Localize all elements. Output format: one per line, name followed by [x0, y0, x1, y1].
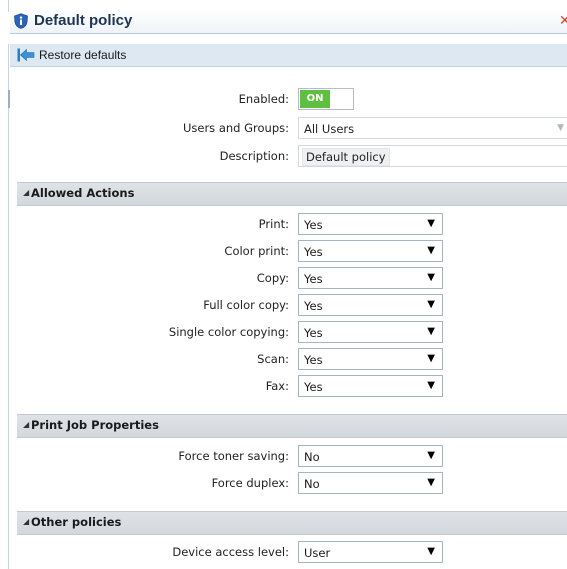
- enabled-toggle-on: ON: [300, 90, 330, 108]
- device-access-level-select[interactable]: User ▼: [298, 541, 443, 563]
- scan-row: Scan: Yes ▼: [10, 348, 567, 370]
- caret-down-icon: ▼: [427, 218, 435, 229]
- shield-info-icon: [14, 13, 28, 29]
- caret-down-icon: ▼: [427, 326, 435, 337]
- users-groups-label: Users and Groups:: [182, 121, 289, 135]
- scan-select[interactable]: Yes ▼: [298, 348, 443, 370]
- color-print-select[interactable]: Yes ▼: [298, 240, 443, 262]
- copy-select[interactable]: Yes ▼: [298, 267, 443, 289]
- caret-down-icon: ▼: [427, 450, 435, 461]
- left-edge-rule-top: [8, 0, 9, 12]
- caret-down-icon: ▼: [427, 477, 435, 488]
- color-print-row: Color print: Yes ▼: [10, 240, 567, 262]
- device-access-level-row: Device access level: User ▼: [10, 541, 567, 563]
- users-groups-value: All Users: [304, 122, 355, 136]
- print-label: Print:: [258, 217, 289, 231]
- collapse-triangle-icon: ◢: [23, 188, 30, 197]
- single-color-copying-value: Yes: [304, 326, 323, 340]
- caret-down-icon: ▼: [427, 272, 435, 283]
- scan-label: Scan:: [257, 352, 289, 366]
- enabled-toggle[interactable]: ON: [298, 88, 354, 110]
- force-duplex-select[interactable]: No ▼: [298, 472, 443, 494]
- device-access-level-label: Device access level:: [172, 545, 289, 559]
- force-toner-saving-label: Force toner saving:: [178, 449, 289, 463]
- single-color-copying-row: Single color copying: Yes ▼: [10, 321, 567, 343]
- force-toner-saving-value: No: [304, 450, 320, 464]
- print-select[interactable]: Yes ▼: [298, 213, 443, 235]
- section-title: Print Job Properties: [31, 418, 159, 432]
- close-icon[interactable]: ✕: [559, 13, 567, 29]
- caret-down-icon: ▼: [427, 380, 435, 391]
- description-label: Description:: [219, 149, 289, 163]
- enabled-toggle-state: ON: [306, 93, 324, 104]
- collapse-triangle-icon: ◢: [23, 517, 30, 526]
- print-value: Yes: [304, 218, 323, 232]
- section-print-job-properties[interactable]: ◢ Print Job Properties: [17, 414, 567, 438]
- force-duplex-value: No: [304, 477, 320, 491]
- single-color-copying-select[interactable]: Yes ▼: [298, 321, 443, 343]
- fax-select[interactable]: Yes ▼: [298, 375, 443, 397]
- caret-down-icon: ▼: [427, 546, 435, 557]
- restore-defaults-label: Restore defaults: [39, 48, 127, 62]
- full-color-copy-row: Full color copy: Yes ▼: [10, 294, 567, 316]
- caret-down-icon: ▼: [427, 299, 435, 310]
- enabled-label: Enabled:: [238, 92, 289, 106]
- full-color-copy-label: Full color copy:: [203, 298, 289, 312]
- left-edge-rule: [8, 44, 9, 569]
- full-color-copy-select[interactable]: Yes ▼: [298, 294, 443, 316]
- copy-value: Yes: [304, 272, 323, 286]
- users-groups-select[interactable]: All Users ▼: [298, 117, 567, 139]
- section-other-policies[interactable]: ◢ Other policies: [17, 511, 567, 535]
- fax-label: Fax:: [265, 379, 289, 393]
- force-duplex-row: Force duplex: No ▼: [10, 472, 567, 494]
- restore-arrow-icon: [17, 48, 35, 62]
- copy-label: Copy:: [256, 271, 289, 285]
- fax-value: Yes: [304, 380, 323, 394]
- device-access-level-value: User: [304, 546, 331, 560]
- section-title: Allowed Actions: [31, 186, 135, 200]
- color-print-label: Color print:: [224, 244, 289, 258]
- caret-down-icon: ▼: [557, 123, 564, 133]
- fax-row: Fax: Yes ▼: [10, 375, 567, 397]
- full-color-copy-value: Yes: [304, 299, 323, 313]
- caret-down-icon: ▼: [427, 245, 435, 256]
- description-field[interactable]: Default policy: [298, 145, 567, 167]
- collapse-triangle-icon: ◢: [23, 420, 30, 429]
- title-bar: Default policy ✕: [10, 10, 567, 34]
- force-toner-saving-select[interactable]: No ▼: [298, 445, 443, 467]
- section-allowed-actions[interactable]: ◢ Allowed Actions: [17, 182, 567, 206]
- single-color-copying-label: Single color copying:: [168, 325, 289, 339]
- left-edge: [0, 0, 10, 569]
- section-title: Other policies: [31, 515, 122, 529]
- description-row: Description: Default policy: [10, 145, 567, 167]
- toolbar: Restore defaults: [10, 44, 567, 67]
- restore-defaults-button[interactable]: Restore defaults: [17, 46, 126, 64]
- force-toner-saving-row: Force toner saving: No ▼: [10, 445, 567, 467]
- description-value: Default policy: [302, 148, 390, 166]
- print-row: Print: Yes ▼: [10, 213, 567, 235]
- force-duplex-label: Force duplex:: [211, 476, 289, 490]
- users-groups-row: Users and Groups: All Users ▼: [10, 117, 567, 139]
- color-print-value: Yes: [304, 245, 323, 259]
- scan-value: Yes: [304, 353, 323, 367]
- copy-row: Copy: Yes ▼: [10, 267, 567, 289]
- caret-down-icon: ▼: [427, 353, 435, 364]
- window-title: Default policy: [34, 12, 133, 29]
- enabled-row: Enabled: ON: [10, 88, 567, 110]
